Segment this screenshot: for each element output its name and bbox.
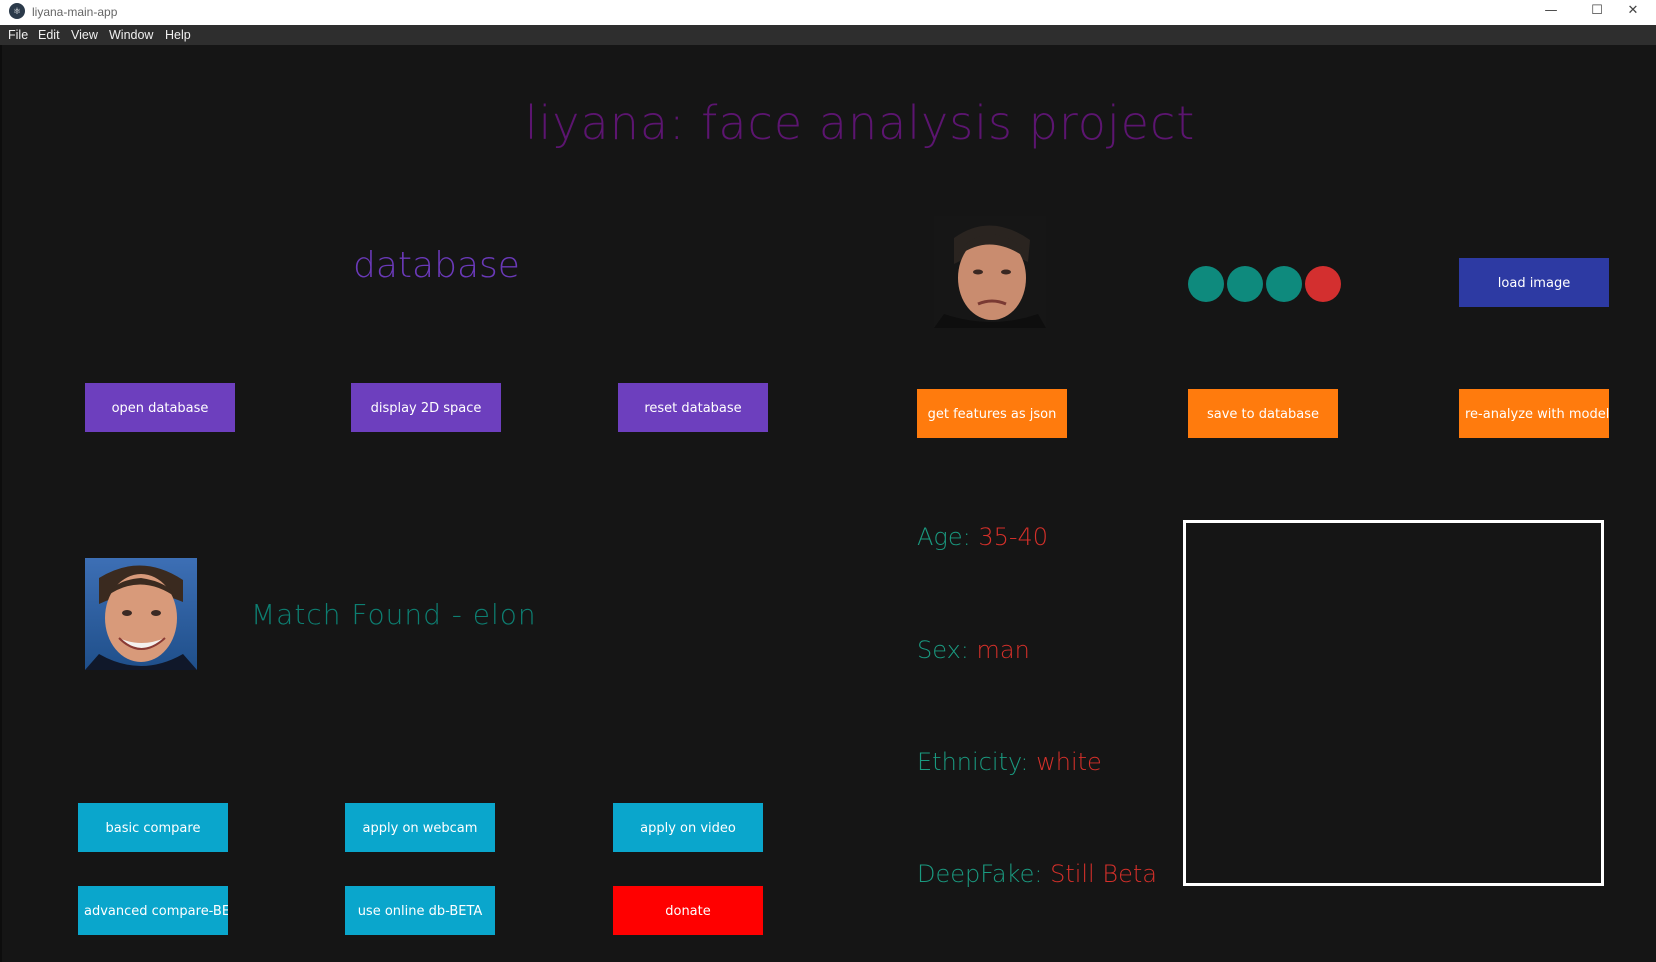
- donate-button[interactable]: donate: [613, 886, 763, 935]
- reset-database-button[interactable]: reset database: [618, 383, 768, 432]
- age-attribute: Age: 35-40: [917, 523, 1048, 551]
- apply-webcam-button[interactable]: apply on webcam: [345, 803, 495, 852]
- load-image-button[interactable]: load image: [1459, 258, 1609, 307]
- window-title-bar: ⚛ liyana-main-app — ☐ ✕: [0, 0, 1656, 25]
- save-to-database-button[interactable]: save to database: [1188, 389, 1338, 438]
- minimize-button[interactable]: —: [1528, 0, 1574, 25]
- loaded-face-image: [934, 216, 1046, 328]
- use-online-db-button[interactable]: use online db-BETA: [345, 886, 495, 935]
- window-title: liyana-main-app: [32, 5, 118, 19]
- deepfake-label: DeepFake:: [917, 860, 1051, 888]
- matched-face-image: [85, 558, 197, 670]
- ethnicity-label: Ethnicity:: [917, 748, 1037, 776]
- age-label: Age:: [917, 523, 979, 551]
- basic-compare-button[interactable]: basic compare: [78, 803, 228, 852]
- advanced-compare-button[interactable]: advanced compare-BETA: [78, 886, 228, 935]
- menu-edit[interactable]: Edit: [38, 28, 60, 42]
- status-dot-3: [1266, 266, 1302, 302]
- deepfake-value: Still Beta: [1050, 860, 1157, 888]
- sex-attribute: Sex: man: [917, 636, 1030, 664]
- sex-value: man: [976, 636, 1030, 664]
- deepfake-attribute: DeepFake: Still Beta: [917, 860, 1157, 888]
- age-value: 35-40: [978, 523, 1049, 551]
- database-section-title: database: [353, 245, 520, 286]
- ethnicity-attribute: Ethnicity: white: [917, 748, 1102, 776]
- sex-label: Sex:: [917, 636, 977, 664]
- menu-file[interactable]: File: [8, 28, 28, 42]
- status-dot-1: [1188, 266, 1224, 302]
- electron-icon: ⚛: [9, 3, 25, 19]
- ethnicity-value: white: [1036, 748, 1102, 776]
- menu-view[interactable]: View: [71, 28, 98, 42]
- status-dot-4: [1305, 266, 1341, 302]
- get-features-json-button[interactable]: get features as json: [917, 389, 1067, 438]
- apply-video-button[interactable]: apply on video: [613, 803, 763, 852]
- status-dot-2: [1227, 266, 1263, 302]
- close-button[interactable]: ✕: [1610, 0, 1656, 25]
- reanalyze-models-button[interactable]: re-analyze with models: [1459, 389, 1609, 438]
- menu-window[interactable]: Window: [109, 28, 153, 42]
- menu-help[interactable]: Help: [165, 28, 191, 42]
- display-2d-space-button[interactable]: display 2D space: [351, 383, 501, 432]
- menu-bar: File Edit View Window Help: [0, 25, 1656, 45]
- preview-canvas: [1183, 520, 1604, 886]
- open-database-button[interactable]: open database: [85, 383, 235, 432]
- match-result-text: Match Found - elon: [251, 598, 537, 631]
- page-title: liyana: face analysis project: [524, 96, 1196, 150]
